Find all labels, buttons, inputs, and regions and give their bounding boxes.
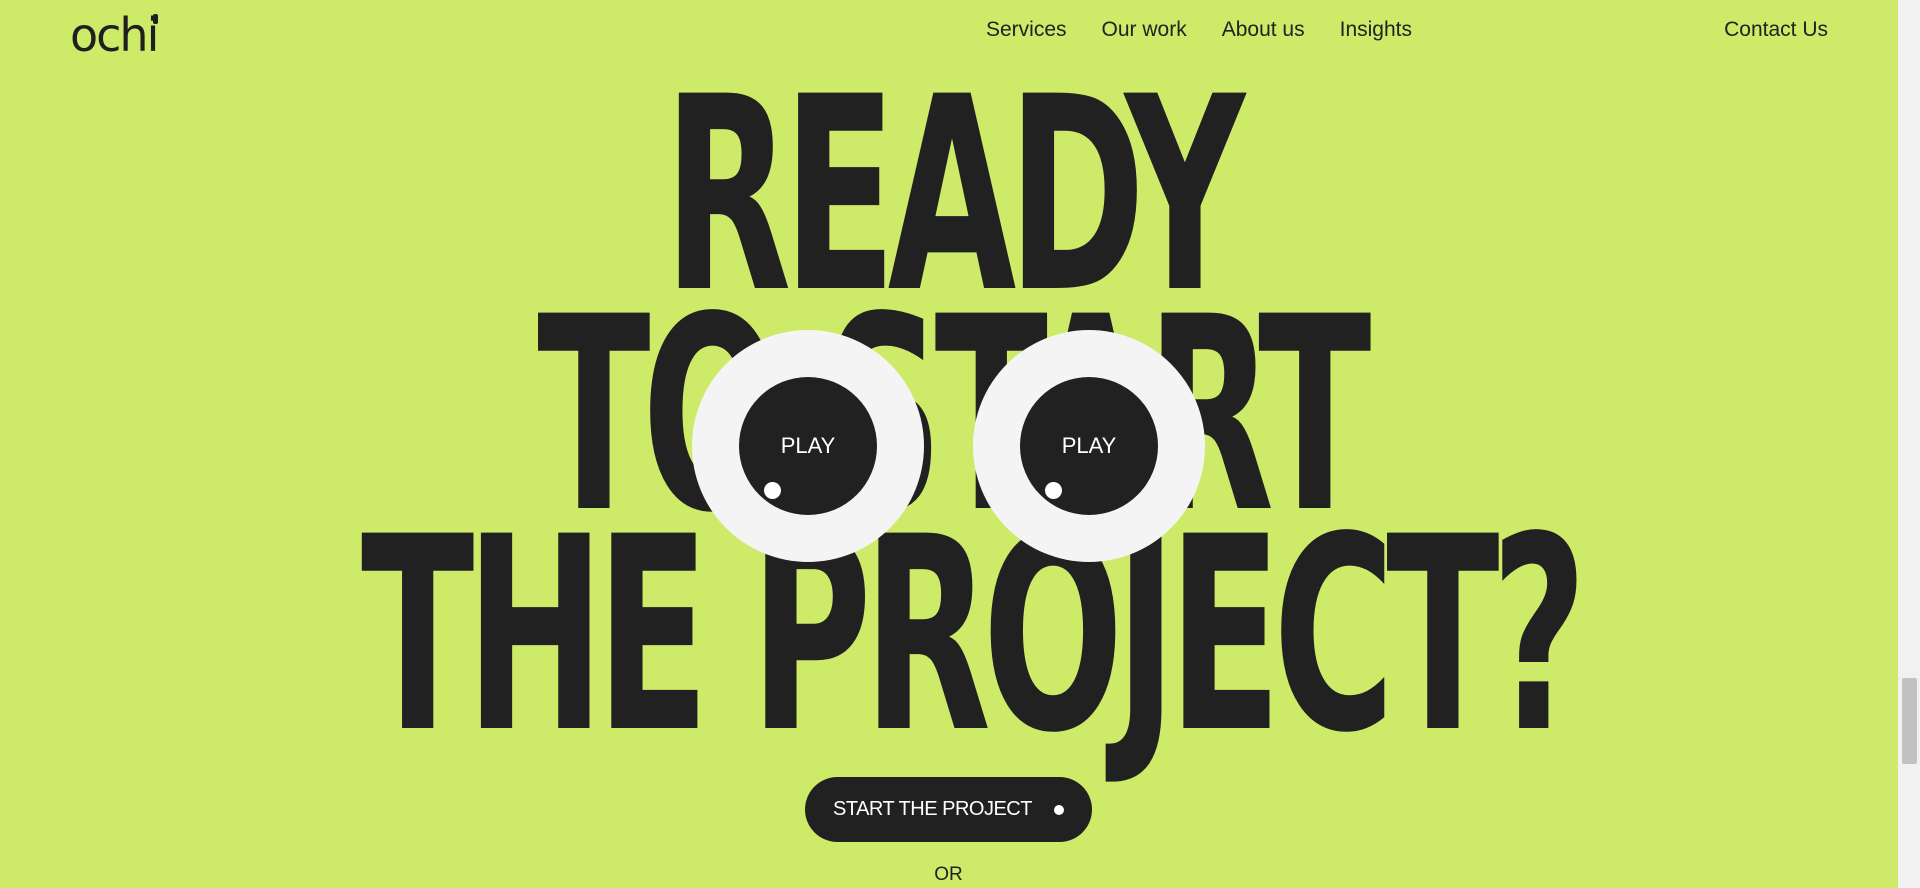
page: ochi Services Our work About us Insights… xyxy=(0,0,1920,888)
pupil-right: PLAY xyxy=(1020,377,1158,515)
logo-text: ochi xyxy=(70,8,159,62)
pupil-left: PLAY xyxy=(739,377,877,515)
nav-link-insights[interactable]: Insights xyxy=(1340,18,1412,42)
nav-link-our-work[interactable]: Our work xyxy=(1102,18,1187,42)
page-scrollbar[interactable] xyxy=(1898,0,1920,888)
play-label-left: PLAY xyxy=(780,433,836,458)
eye-left[interactable]: PLAY xyxy=(692,330,924,562)
ochi-logo[interactable]: ochi xyxy=(70,8,159,62)
pupil-glint-left xyxy=(764,482,781,499)
main-nav: Services Our work About us Insights xyxy=(986,18,1412,42)
start-project-label: START THE PROJECT xyxy=(833,798,1032,820)
start-project-button[interactable]: START THE PROJECT xyxy=(805,777,1092,842)
pupil-glint-right xyxy=(1045,482,1062,499)
play-label-right: PLAY xyxy=(1061,433,1117,458)
logo-accent-mark xyxy=(153,14,159,24)
eye-right[interactable]: PLAY xyxy=(973,330,1205,562)
or-divider-text: OR xyxy=(934,864,963,885)
dot-icon xyxy=(1054,805,1064,815)
scrollbar-thumb[interactable] xyxy=(1902,678,1917,764)
nav-link-services[interactable]: Services xyxy=(986,18,1067,42)
nav-link-about-us[interactable]: About us xyxy=(1222,18,1305,42)
nav-link-contact-us[interactable]: Contact Us xyxy=(1724,18,1828,42)
headline-line-3: THE PROJECT? xyxy=(361,480,1587,792)
